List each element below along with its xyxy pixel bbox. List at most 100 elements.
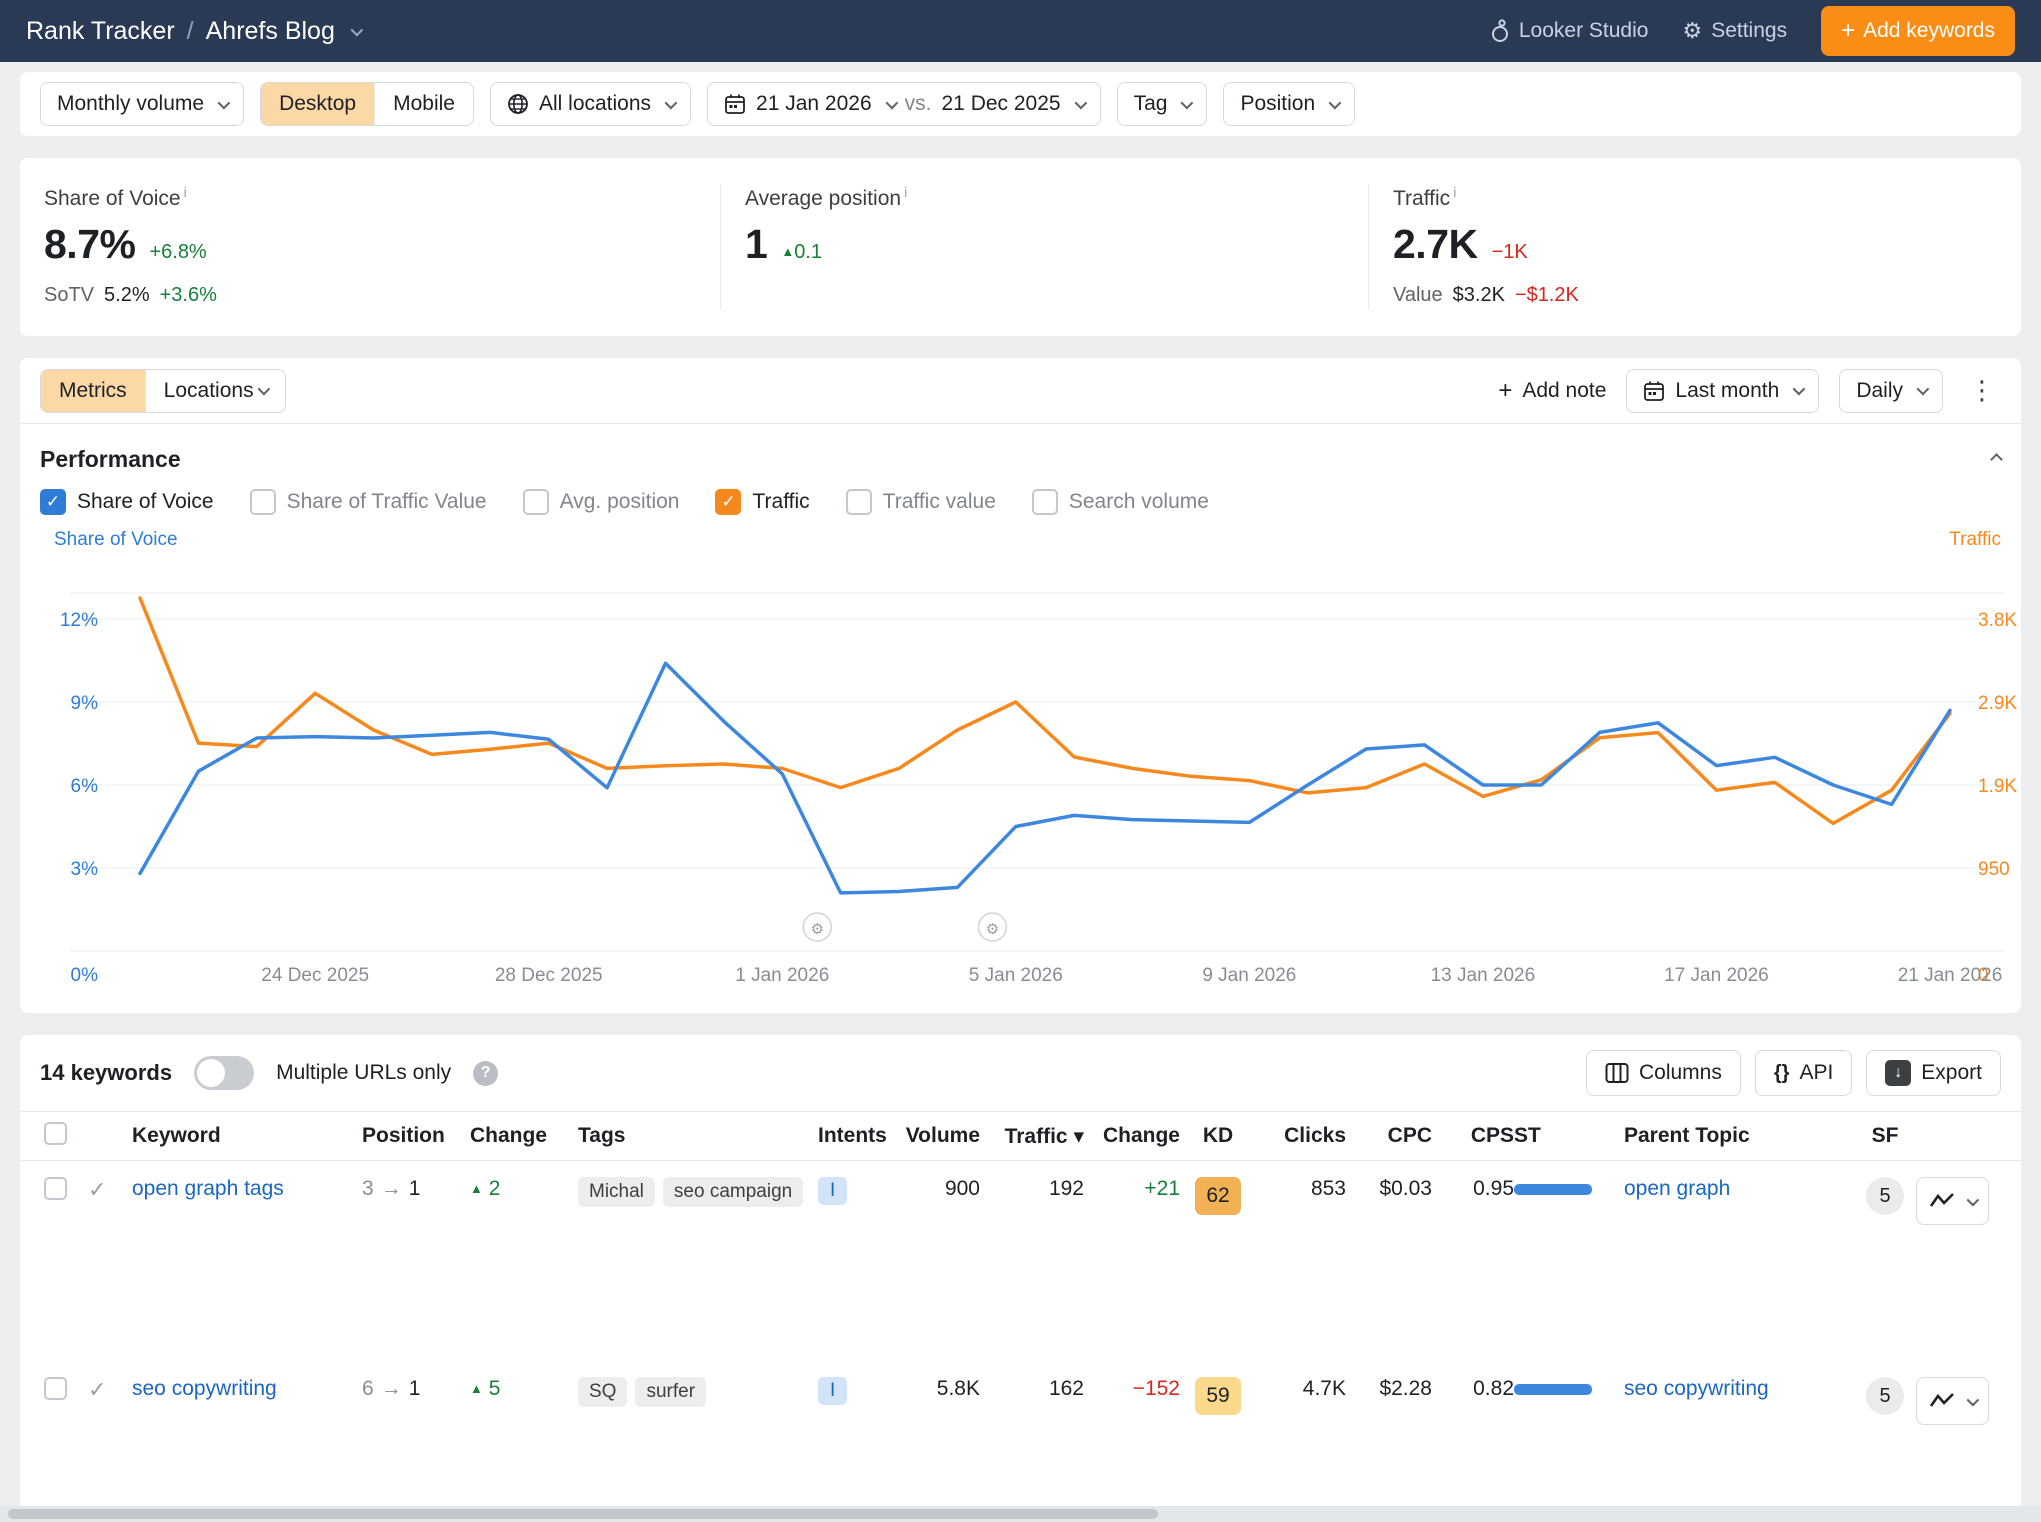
trend-icon [1929,1191,1955,1211]
location-select[interactable]: All locations [490,82,691,126]
parent-topic-link[interactable]: open graph [1624,1177,1730,1200]
api-button[interactable]: {} API [1755,1050,1852,1096]
svg-text:12%: 12% [60,610,98,631]
intent-badge[interactable]: I [818,1177,847,1205]
columns-button[interactable]: Columns [1586,1050,1741,1096]
header-change[interactable]: Change [470,1124,578,1148]
info-icon[interactable]: i [184,184,187,200]
serp-chart-button[interactable] [1916,1377,1989,1425]
tag-pill[interactable]: surfer [635,1377,706,1407]
date-compare-select[interactable]: 21 Jan 2026 vs. 21 Dec 2025 [707,82,1101,126]
intent-badge[interactable]: I [818,1377,847,1405]
svg-text:950: 950 [1978,859,2010,880]
tag-pill[interactable]: Michal [578,1177,655,1207]
breadcrumb[interactable]: Rank Tracker / Ahrefs Blog [26,17,360,46]
settings-link[interactable]: ⚙ Settings [1682,18,1787,44]
performance-chart[interactable]: 0%3%6%9%12%09501.9K2.9K3.8K24 Dec 202528… [40,557,2017,997]
row-checkbox[interactable] [44,1377,67,1400]
svg-text:3%: 3% [71,859,99,880]
tag-pill[interactable]: SQ [578,1377,627,1407]
checkbox-unchecked[interactable]: ✓ [846,489,872,515]
device-option-desktop[interactable]: Desktop [261,83,374,125]
select-all-checkbox[interactable] [44,1122,67,1145]
checkbox-checked[interactable]: ✓ [715,489,741,515]
top-navbar: Rank Tracker / Ahrefs Blog Looker Studio… [0,0,2041,62]
help-icon[interactable]: ? [473,1061,498,1086]
svg-text:6%: 6% [71,776,99,797]
checkbox-checked[interactable]: ✓ [40,489,66,515]
st-bar [1514,1184,1592,1195]
metric-share-of-traffic-value[interactable]: ✓ Share of Traffic Value [250,489,487,515]
trend-icon [1929,1391,1955,1411]
header-position[interactable]: Position [362,1124,470,1148]
looker-studio-link[interactable]: Looker Studio [1490,19,1649,43]
svg-text:2.9K: 2.9K [1978,693,2017,714]
cpc-cell: $0.03 [1346,1177,1432,1201]
metric-search-volume[interactable]: ✓ Search volume [1032,489,1209,515]
position-filter[interactable]: Position [1223,82,1355,126]
chevron-down-icon [1917,383,1930,396]
project-name[interactable]: Ahrefs Blog [206,17,335,46]
header-cps[interactable]: CPS [1432,1124,1514,1148]
tag-pill[interactable]: seo campaign [663,1177,803,1207]
svg-text:1.9K: 1.9K [1978,776,2017,797]
multiple-urls-toggle[interactable] [194,1056,254,1090]
volume-cell: 5.8K [888,1377,980,1401]
checkbox-unchecked[interactable]: ✓ [250,489,276,515]
triangle-up-icon: ▲ [781,244,794,259]
metric-share-of-voice[interactable]: ✓ Share of Voice [40,489,214,515]
export-button[interactable]: ↓ Export [1866,1050,2001,1096]
checkbox-unchecked[interactable]: ✓ [1032,489,1058,515]
header-sf[interactable]: SF [1854,1124,1916,1148]
metric-traffic[interactable]: ✓ Traffic [715,489,809,515]
add-keywords-button[interactable]: + Add keywords [1821,6,2015,56]
parent-topic-link[interactable]: seo copywriting [1624,1377,1769,1400]
kd-cell: 62 [1180,1177,1256,1215]
header-cpc[interactable]: CPC [1346,1124,1432,1148]
tab-locations[interactable]: Locations [145,370,285,412]
clicks-cell: 4.7K [1256,1377,1346,1401]
tag-filter[interactable]: Tag [1117,82,1208,126]
sov-change: +6.8% [149,241,206,264]
collapse-chevron-icon[interactable] [1990,453,2003,466]
granularity-select[interactable]: Daily [1839,369,1943,413]
keyword-link[interactable]: seo copywriting [132,1377,277,1400]
metric-traffic-value[interactable]: ✓ Traffic value [846,489,996,515]
volume-mode-select[interactable]: Monthly volume [40,82,244,126]
keywords-count: 14 keywords [40,1060,172,1086]
info-icon[interactable]: i [904,184,907,200]
chevron-down-icon [1074,96,1087,109]
header-volume[interactable]: Volume [888,1124,980,1148]
clicks-cell: 853 [1256,1177,1346,1201]
checkbox-unchecked[interactable]: ✓ [523,489,549,515]
row-checkbox[interactable] [44,1177,67,1200]
horizontal-scrollbar[interactable] [0,1506,2041,1522]
stat-label: Share of Voicei [44,184,696,211]
keyword-link[interactable]: open graph tags [132,1177,284,1200]
header-traffic[interactable]: Traffic ▾ [980,1124,1084,1149]
add-note-button[interactable]: + Add note [1498,377,1606,405]
avg-position-change: ▲0.1 [781,241,822,264]
metric-avg-position[interactable]: ✓ Avg. position [523,489,680,515]
table-row: ✓ open graph tags 3→1 ▲ 2 Michalseo camp… [20,1161,2021,1361]
chevron-down-icon [257,383,270,396]
serp-chart-button[interactable] [1916,1177,1989,1225]
svg-text:0%: 0% [71,965,99,986]
sort-desc-icon: ▾ [1073,1125,1084,1148]
info-icon[interactable]: i [1453,184,1456,200]
header-clicks[interactable]: Clicks [1256,1124,1346,1148]
header-keyword[interactable]: Keyword [132,1124,362,1148]
svg-text:9%: 9% [71,693,99,714]
header-traffic-change[interactable]: Change [1084,1124,1180,1148]
header-kd[interactable]: KD [1180,1124,1256,1148]
header-intents[interactable]: Intents [818,1124,888,1148]
scrollbar-thumb[interactable] [8,1509,1158,1519]
triangle-up-icon: ▲ [470,1381,483,1396]
kebab-menu-icon[interactable]: ⋮ [1963,375,2001,406]
tab-metrics[interactable]: Metrics [41,370,145,412]
header-tags[interactable]: Tags [578,1124,818,1148]
header-st[interactable]: ST [1514,1124,1624,1148]
header-parent-topic[interactable]: Parent Topic [1624,1124,1854,1148]
device-option-mobile[interactable]: Mobile [374,83,473,125]
date-range-select[interactable]: Last month [1626,369,1819,413]
